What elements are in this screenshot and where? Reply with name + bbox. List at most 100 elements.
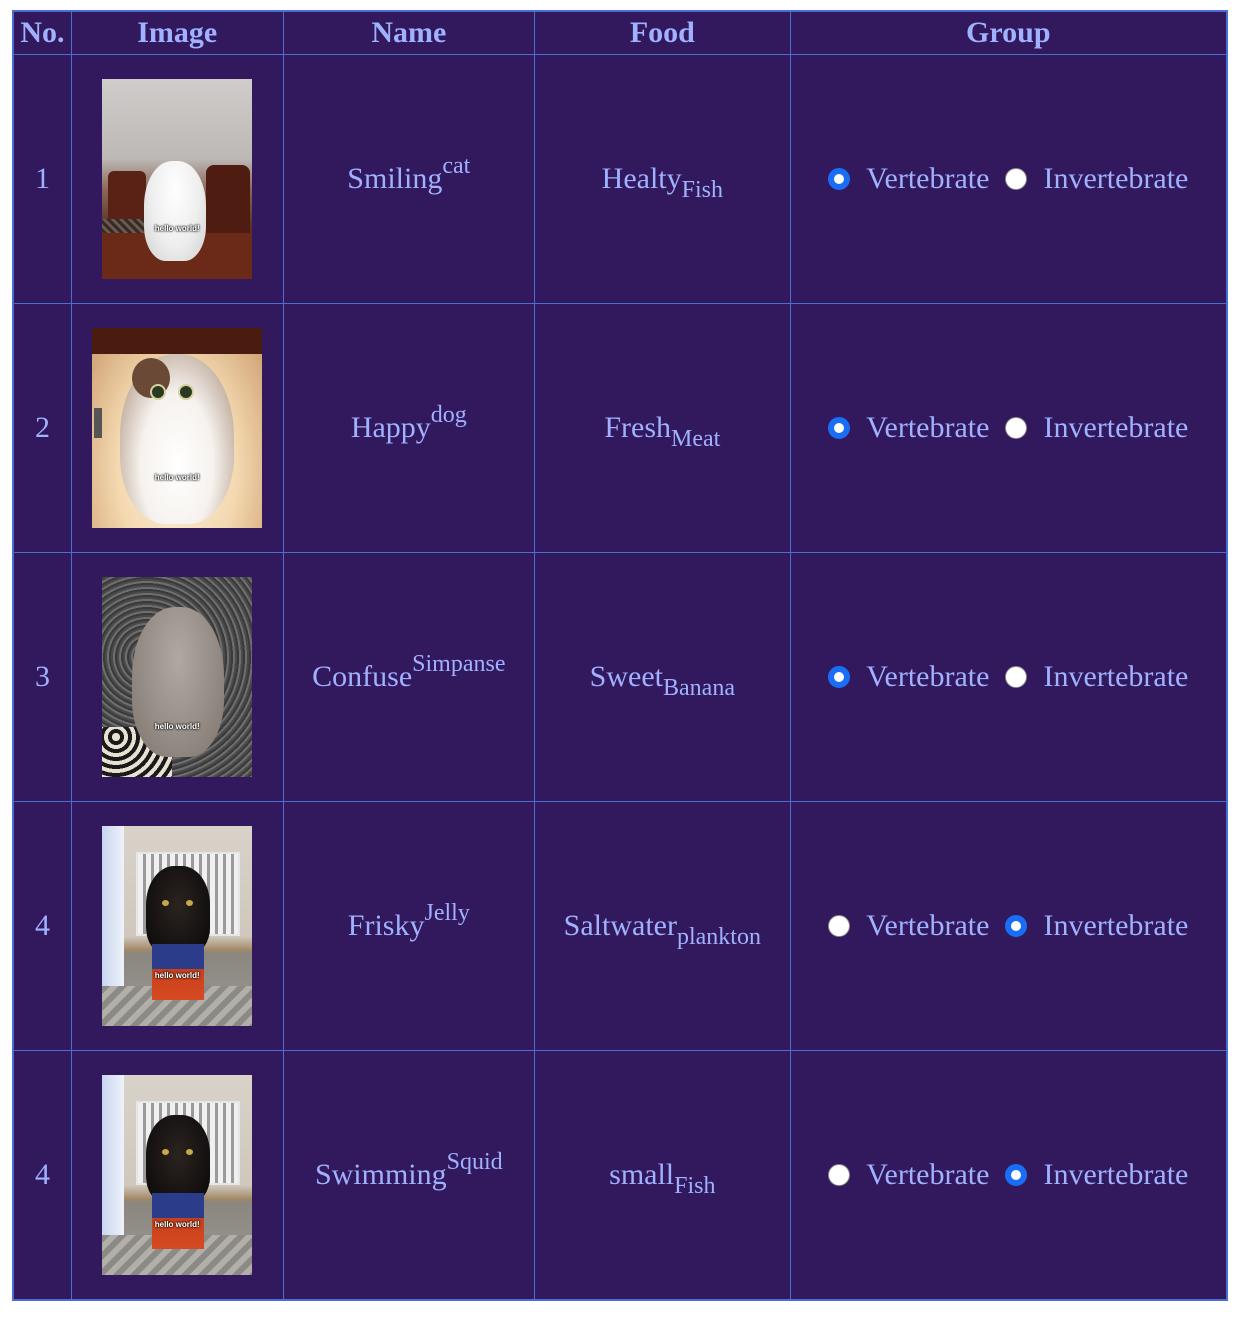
row-number: 3 [12, 552, 72, 802]
table-row: 3 hello world! ConfuseSimpanse SweetBana… [12, 552, 1228, 802]
radio-option-invertebrate[interactable]: Invertebrate [1005, 1158, 1188, 1192]
cat-photo: hello world! [102, 1075, 253, 1275]
image-cell: hello world! [70, 54, 284, 304]
image-cell: hello world! [70, 1050, 284, 1301]
image-cell: hello world! [70, 801, 284, 1051]
group-cell: Vertebrate Invertebrate [789, 1050, 1228, 1301]
food-subscript: Fish [674, 1173, 716, 1199]
radio-option-invertebrate[interactable]: Invertebrate [1005, 162, 1188, 196]
radio-option-vertebrate[interactable]: Vertebrate [828, 660, 989, 694]
food-subscript: Banana [663, 675, 735, 701]
food-cell: HealtyFish [534, 54, 791, 304]
group-cell: Vertebrate Invertebrate [789, 303, 1228, 553]
food-main: Fresh [604, 411, 671, 444]
table-row: 4 hello world! FriskyJelly Saltwaterplan… [12, 801, 1228, 1051]
food-subscript: Meat [671, 426, 721, 452]
group-radio-group: Vertebrate Invertebrate [791, 1158, 1226, 1192]
radio-option-vertebrate[interactable]: Vertebrate [828, 1158, 989, 1192]
header-image: Image [70, 10, 284, 55]
group-radio-group: Vertebrate Invertebrate [791, 909, 1226, 943]
invertebrate-radio[interactable] [1005, 915, 1028, 937]
photo-caption: hello world! [154, 722, 200, 731]
name-cell: FriskyJelly [282, 801, 536, 1051]
cat-photo: hello world! [102, 826, 253, 1026]
vertebrate-radio[interactable] [828, 1164, 851, 1186]
vertebrate-radio[interactable] [828, 666, 851, 688]
group-cell: Vertebrate Invertebrate [789, 801, 1228, 1051]
radio-label: Invertebrate [1043, 162, 1189, 195]
header-food: Food [534, 10, 791, 55]
header-group: Group [789, 10, 1228, 55]
radio-label: Invertebrate [1043, 909, 1189, 942]
radio-label: Vertebrate [866, 411, 990, 444]
row-number: 4 [12, 1050, 72, 1301]
name-cell: ConfuseSimpanse [282, 552, 536, 802]
name-superscript: cat [442, 153, 471, 179]
invertebrate-radio[interactable] [1005, 666, 1028, 688]
animals-table: No. Image Name Food Group 1 hello world!… [12, 10, 1228, 1301]
radio-option-vertebrate[interactable]: Vertebrate [828, 411, 989, 445]
radio-option-invertebrate[interactable]: Invertebrate [1005, 660, 1188, 694]
food-main: Saltwater [563, 909, 677, 942]
table-row: 2 hello world! Happydog FreshMeat Verteb… [12, 303, 1228, 553]
name-main: Confuse [312, 660, 413, 693]
name-main: Swimming [314, 1158, 447, 1191]
row-number: 2 [12, 303, 72, 553]
radio-label: Vertebrate [866, 660, 990, 693]
name-superscript: Squid [446, 1149, 503, 1175]
image-cell: hello world! [70, 552, 284, 802]
radio-label: Invertebrate [1043, 1158, 1189, 1191]
food-main: Healty [601, 162, 682, 195]
food-cell: smallFish [534, 1050, 791, 1301]
name-main: Smiling [347, 162, 443, 195]
cat-photo: hello world! [92, 328, 263, 528]
radio-option-vertebrate[interactable]: Vertebrate [828, 909, 989, 943]
name-main: Frisky [347, 909, 425, 942]
radio-label: Vertebrate [866, 909, 990, 942]
radio-option-invertebrate[interactable]: Invertebrate [1005, 909, 1188, 943]
radio-option-vertebrate[interactable]: Vertebrate [828, 162, 989, 196]
name-main: Happy [350, 411, 431, 444]
table-row: 4 hello world! SwimmingSquid smallFish V… [12, 1050, 1228, 1301]
photo-caption: hello world! [154, 473, 200, 482]
name-cell: SwimmingSquid [282, 1050, 536, 1301]
row-number: 1 [12, 54, 72, 304]
vertebrate-radio[interactable] [828, 417, 851, 439]
radio-label: Invertebrate [1043, 660, 1189, 693]
invertebrate-radio[interactable] [1005, 168, 1028, 190]
invertebrate-radio[interactable] [1005, 1164, 1028, 1186]
food-subscript: Fish [681, 177, 723, 203]
food-cell: FreshMeat [534, 303, 791, 553]
food-main: Sweet [589, 660, 663, 693]
name-cell: Happydog [282, 303, 536, 553]
table-row: 1 hello world! Smilingcat HealtyFish Ver… [12, 54, 1228, 304]
photo-caption: hello world! [154, 224, 200, 233]
cat-photo: hello world! [102, 577, 253, 777]
radio-label: Invertebrate [1043, 411, 1189, 444]
radio-label: Vertebrate [866, 162, 990, 195]
name-superscript: Simpanse [412, 651, 506, 677]
invertebrate-radio[interactable] [1005, 417, 1028, 439]
cat-photo: hello world! [102, 79, 253, 279]
group-cell: Vertebrate Invertebrate [789, 552, 1228, 802]
food-cell: Saltwaterplankton [534, 801, 791, 1051]
vertebrate-radio[interactable] [828, 168, 851, 190]
radio-label: Vertebrate [866, 1158, 990, 1191]
header-name: Name [282, 10, 536, 55]
photo-caption: hello world! [154, 971, 200, 980]
header-no: No. [12, 10, 72, 55]
group-radio-group: Vertebrate Invertebrate [791, 411, 1226, 445]
name-superscript: dog [430, 402, 467, 428]
group-radio-group: Vertebrate Invertebrate [791, 162, 1226, 196]
group-radio-group: Vertebrate Invertebrate [791, 660, 1226, 694]
group-cell: Vertebrate Invertebrate [789, 54, 1228, 304]
radio-option-invertebrate[interactable]: Invertebrate [1005, 411, 1188, 445]
name-cell: Smilingcat [282, 54, 536, 304]
name-superscript: Jelly [424, 900, 470, 926]
food-cell: SweetBanana [534, 552, 791, 802]
row-number: 4 [12, 801, 72, 1051]
header-row: No. Image Name Food Group [12, 10, 1228, 55]
food-subscript: plankton [676, 924, 761, 950]
vertebrate-radio[interactable] [828, 915, 851, 937]
photo-caption: hello world! [154, 1220, 200, 1229]
